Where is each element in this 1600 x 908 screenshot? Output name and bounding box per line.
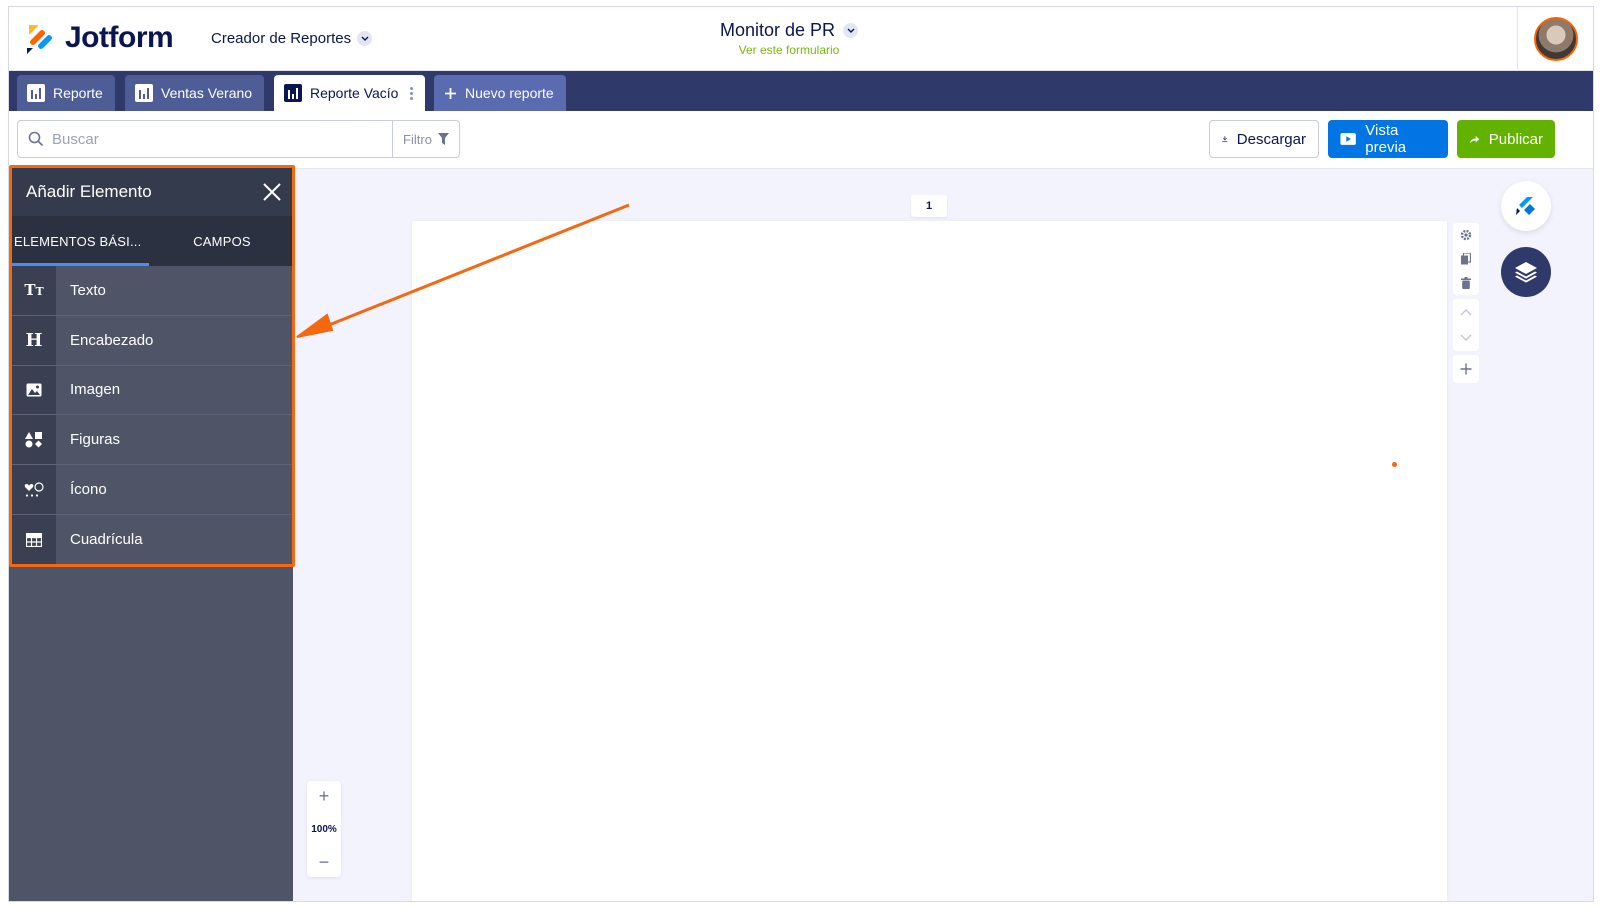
element-label: Figuras	[70, 431, 121, 449]
chevron-down-icon[interactable]	[1460, 334, 1472, 342]
heading-icon: H	[12, 315, 56, 365]
form-title-block: Monitor de PR Ver este formulario	[669, 20, 909, 57]
element-label: Ícono	[70, 481, 107, 499]
zoom-controls: + 100% −	[307, 781, 341, 877]
share-arrow-icon	[1469, 135, 1480, 143]
report-icon	[284, 84, 302, 102]
add-element-panel: Añadir Elemento ELEMENTOS BÁSI... CAMPOS…	[9, 165, 295, 567]
filter-button[interactable]: Filtro	[393, 120, 460, 158]
gear-icon[interactable]	[1460, 229, 1472, 241]
top-header: Jotform Creador de Reportes Monitor de P…	[9, 7, 1593, 71]
element-shapes[interactable]: Figuras	[12, 415, 292, 466]
image-icon	[12, 365, 56, 415]
panel-tabs: ELEMENTOS BÁSI... CAMPOS	[12, 216, 292, 266]
preview-label: Vista previa	[1365, 122, 1407, 156]
shapes-icon	[12, 415, 56, 465]
builder-dropdown[interactable]: Creador de Reportes	[211, 30, 373, 47]
tab-reporte[interactable]: Reporte	[17, 75, 115, 111]
form-title-dropdown[interactable]: Monitor de PR	[719, 20, 859, 41]
new-report-button[interactable]: Nuevo reporte	[434, 75, 566, 111]
report-icon	[135, 84, 153, 102]
designer-button[interactable]	[1501, 181, 1551, 231]
layers-button[interactable]	[1501, 247, 1551, 297]
tab-label: Reporte Vacío	[310, 85, 399, 101]
zoom-in-button[interactable]: +	[319, 787, 330, 805]
filter-label: Filtro	[403, 131, 432, 147]
close-icon[interactable]	[262, 182, 282, 202]
new-report-label: Nuevo reporte	[465, 85, 554, 101]
element-text[interactable]: TT Texto	[12, 266, 292, 316]
brush-icon	[1516, 197, 1535, 215]
builder-label: Creador de Reportes	[211, 30, 352, 47]
panel-title: Añadir Elemento	[26, 182, 152, 201]
search-input[interactable]	[52, 130, 352, 148]
tab-label: Reporte	[53, 85, 103, 101]
report-icon	[27, 84, 45, 102]
chevron-up-icon[interactable]	[1460, 308, 1472, 316]
avatar[interactable]	[1533, 17, 1578, 61]
tab-fields[interactable]: CAMPOS	[152, 216, 292, 266]
page-number-badge: 1	[911, 195, 947, 217]
tab-basic-elements[interactable]: ELEMENTOS BÁSI...	[12, 216, 152, 266]
element-label: Cuadrícula	[70, 531, 143, 549]
download-label: Descargar	[1236, 130, 1306, 148]
zoom-out-button[interactable]: −	[319, 853, 330, 871]
tab-options-icon[interactable]	[410, 86, 414, 100]
page-actions-group	[1453, 223, 1479, 295]
plus-icon	[1460, 363, 1472, 375]
element-label: Imagen	[70, 381, 121, 399]
element-label: Encabezado	[70, 331, 154, 349]
tab-ventas-verano[interactable]: Ventas Verano	[125, 75, 265, 111]
jotform-logo[interactable]: Jotform	[25, 21, 174, 55]
funnel-icon	[437, 133, 449, 145]
toolbar: Filtro Descargar Vista previa Publicar	[9, 111, 1593, 169]
chevron-down-icon	[843, 23, 859, 38]
preview-icon	[1340, 133, 1356, 145]
app-window: Jotform Creador de Reportes Monitor de P…	[8, 6, 1594, 902]
publish-label: Publicar	[1488, 130, 1543, 148]
chevron-down-icon	[357, 31, 373, 46]
view-form-link[interactable]: Ver este formulario	[669, 43, 909, 57]
search-icon	[28, 131, 44, 147]
zoom-level: 100%	[311, 823, 337, 835]
layers-icon	[1515, 262, 1537, 283]
report-page[interactable]	[412, 221, 1447, 901]
report-tabs-bar: Reporte Ventas Verano Reporte Vacío Nuev…	[9, 71, 1593, 111]
page-move-group	[1453, 299, 1479, 351]
download-icon	[1222, 136, 1228, 143]
panel-header: Añadir Elemento	[12, 168, 292, 216]
add-page-button[interactable]	[1453, 355, 1479, 383]
download-button[interactable]: Descargar	[1209, 120, 1319, 158]
element-heading[interactable]: H Encabezado	[12, 315, 292, 366]
tab-label: Ventas Verano	[161, 85, 253, 101]
plus-icon	[445, 87, 456, 99]
duplicate-icon[interactable]	[1461, 253, 1471, 265]
element-label: Texto	[70, 281, 106, 299]
preview-button[interactable]: Vista previa	[1328, 120, 1448, 158]
publish-button[interactable]: Publicar	[1457, 120, 1555, 158]
jotform-logo-icon	[27, 25, 52, 54]
tab-reporte-vacio[interactable]: Reporte Vacío	[274, 75, 426, 111]
element-grid[interactable]: Cuadrícula	[12, 514, 292, 564]
grid-icon	[12, 514, 56, 564]
form-title: Monitor de PR	[719, 20, 836, 40]
text-icon: TT	[12, 266, 56, 315]
trash-icon[interactable]	[1461, 277, 1471, 289]
orange-dot-marker	[1392, 462, 1397, 467]
logo-text: Jotform	[65, 21, 174, 54]
avatar-container[interactable]	[1517, 7, 1593, 71]
active-tab-indicator	[12, 263, 149, 266]
search-box	[17, 120, 393, 158]
element-icon[interactable]: Ícono	[12, 465, 292, 515]
element-image[interactable]: Imagen	[12, 365, 292, 416]
icon-icon	[12, 465, 56, 514]
